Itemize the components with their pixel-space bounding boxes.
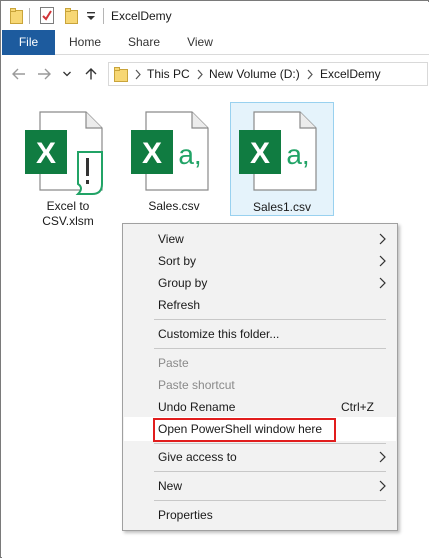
menu-separator [154,500,386,501]
menu-item-label: View [158,232,184,246]
svg-text:X: X [36,137,56,170]
context-menu: View Sort by Group by Refresh Customize … [122,223,398,531]
excel-csv-file-icon: X a, [239,111,317,191]
tab-file[interactable]: File [2,30,55,55]
svg-text:a,: a, [286,139,309,170]
menu-item-label: Paste [158,356,189,370]
toolbar-separator [29,8,30,24]
excel-csv-file-icon: X a, [131,111,209,191]
menu-item-label: Customize this folder... [158,327,280,341]
forward-arrow-icon[interactable] [37,68,51,80]
back-arrow-icon[interactable] [12,68,26,80]
file-item-sales-csv[interactable]: X a, Sales.csv [126,103,222,223]
explorer-window: ExcelDemy File Home Share View This PC N… [0,0,429,558]
menu-item-paste: Paste [124,352,396,374]
chevron-right-icon[interactable] [133,68,143,81]
chevron-right-icon[interactable] [195,68,205,81]
title-bar: ExcelDemy [2,2,429,30]
menu-separator [154,348,386,349]
chevron-right-icon[interactable] [305,68,315,81]
svg-text:a,: a, [178,139,201,170]
menu-item-give-access[interactable]: Give access to [124,446,396,468]
menu-separator [154,319,386,320]
chevron-right-icon [379,233,386,245]
breadcrumb-new-volume[interactable]: New Volume (D:) [209,67,300,81]
breadcrumb-exceldemy[interactable]: ExcelDemy [320,67,381,81]
chevron-right-icon [379,480,386,492]
menu-item-label: New [158,479,183,493]
file-name: Sales1.csv [252,200,312,214]
ribbon-tabs: File Home Share View [2,30,429,55]
chevron-right-icon [379,451,386,463]
menu-item-group-by[interactable]: Group by [124,272,396,294]
menu-item-label: Group by [158,276,208,290]
menu-item-label: Refresh [158,298,201,312]
navigation-bar: This PC New Volume (D:) ExcelDemy [2,55,429,93]
menu-item-undo-rename[interactable]: Undo Rename Ctrl+Z [124,396,396,418]
properties-icon[interactable] [40,7,54,24]
file-name-line-2: CSV.xlsm [42,214,94,228]
menu-item-label: Paste shortcut [158,378,235,392]
file-item-sales1-csv[interactable]: X a, Sales1.csv [230,102,334,216]
menu-item-sort-by[interactable]: Sort by [124,250,396,272]
breadcrumb-this-pc[interactable]: This PC [147,67,190,81]
menu-item-open-powershell[interactable]: Open PowerShell window here [124,417,396,442]
menu-item-label: Properties [158,508,213,522]
file-list-pane[interactable]: X Excel to CSV.xlsm X a, Sales.csv X a, … [2,93,429,558]
folder-icon [114,67,128,82]
chevron-right-icon [379,255,386,267]
chevron-right-icon [379,277,386,289]
tab-home[interactable]: Home [62,30,108,55]
menu-item-customize-folder[interactable]: Customize this folder... [124,323,396,345]
tab-view[interactable]: View [180,30,220,55]
svg-text:X: X [250,137,270,170]
toolbar-separator [103,8,104,24]
menu-separator [154,471,386,472]
excel-macro-file-icon: X [25,111,103,195]
menu-item-label: Give access to [158,450,237,464]
file-name: Sales.csv [148,199,200,213]
recent-locations-chevron-icon[interactable] [62,68,72,80]
svg-text:X: X [142,137,162,170]
menu-item-view[interactable]: View [124,228,396,250]
menu-item-refresh[interactable]: Refresh [124,294,396,316]
menu-item-shortcut: Ctrl+Z [341,400,374,414]
menu-item-paste-shortcut: Paste shortcut [124,374,396,396]
folder-icon[interactable] [10,8,23,24]
menu-item-label: Sort by [158,254,197,268]
window-title: ExcelDemy [111,9,172,23]
new-folder-icon[interactable] [65,8,78,24]
address-bar[interactable]: This PC New Volume (D:) ExcelDemy [108,62,428,86]
up-arrow-icon[interactable] [84,68,98,80]
menu-item-label: Open PowerShell window here [158,422,323,436]
tab-share[interactable]: Share [122,30,166,55]
customize-toolbar-icon[interactable] [85,10,97,22]
menu-separator [154,443,386,444]
file-item-excel-to-csv[interactable]: X Excel to CSV.xlsm [20,103,116,237]
menu-item-new[interactable]: New [124,475,396,497]
menu-item-label: Undo Rename [158,400,236,414]
menu-item-properties[interactable]: Properties [124,504,396,526]
file-name-line-1: Excel to [46,199,90,213]
